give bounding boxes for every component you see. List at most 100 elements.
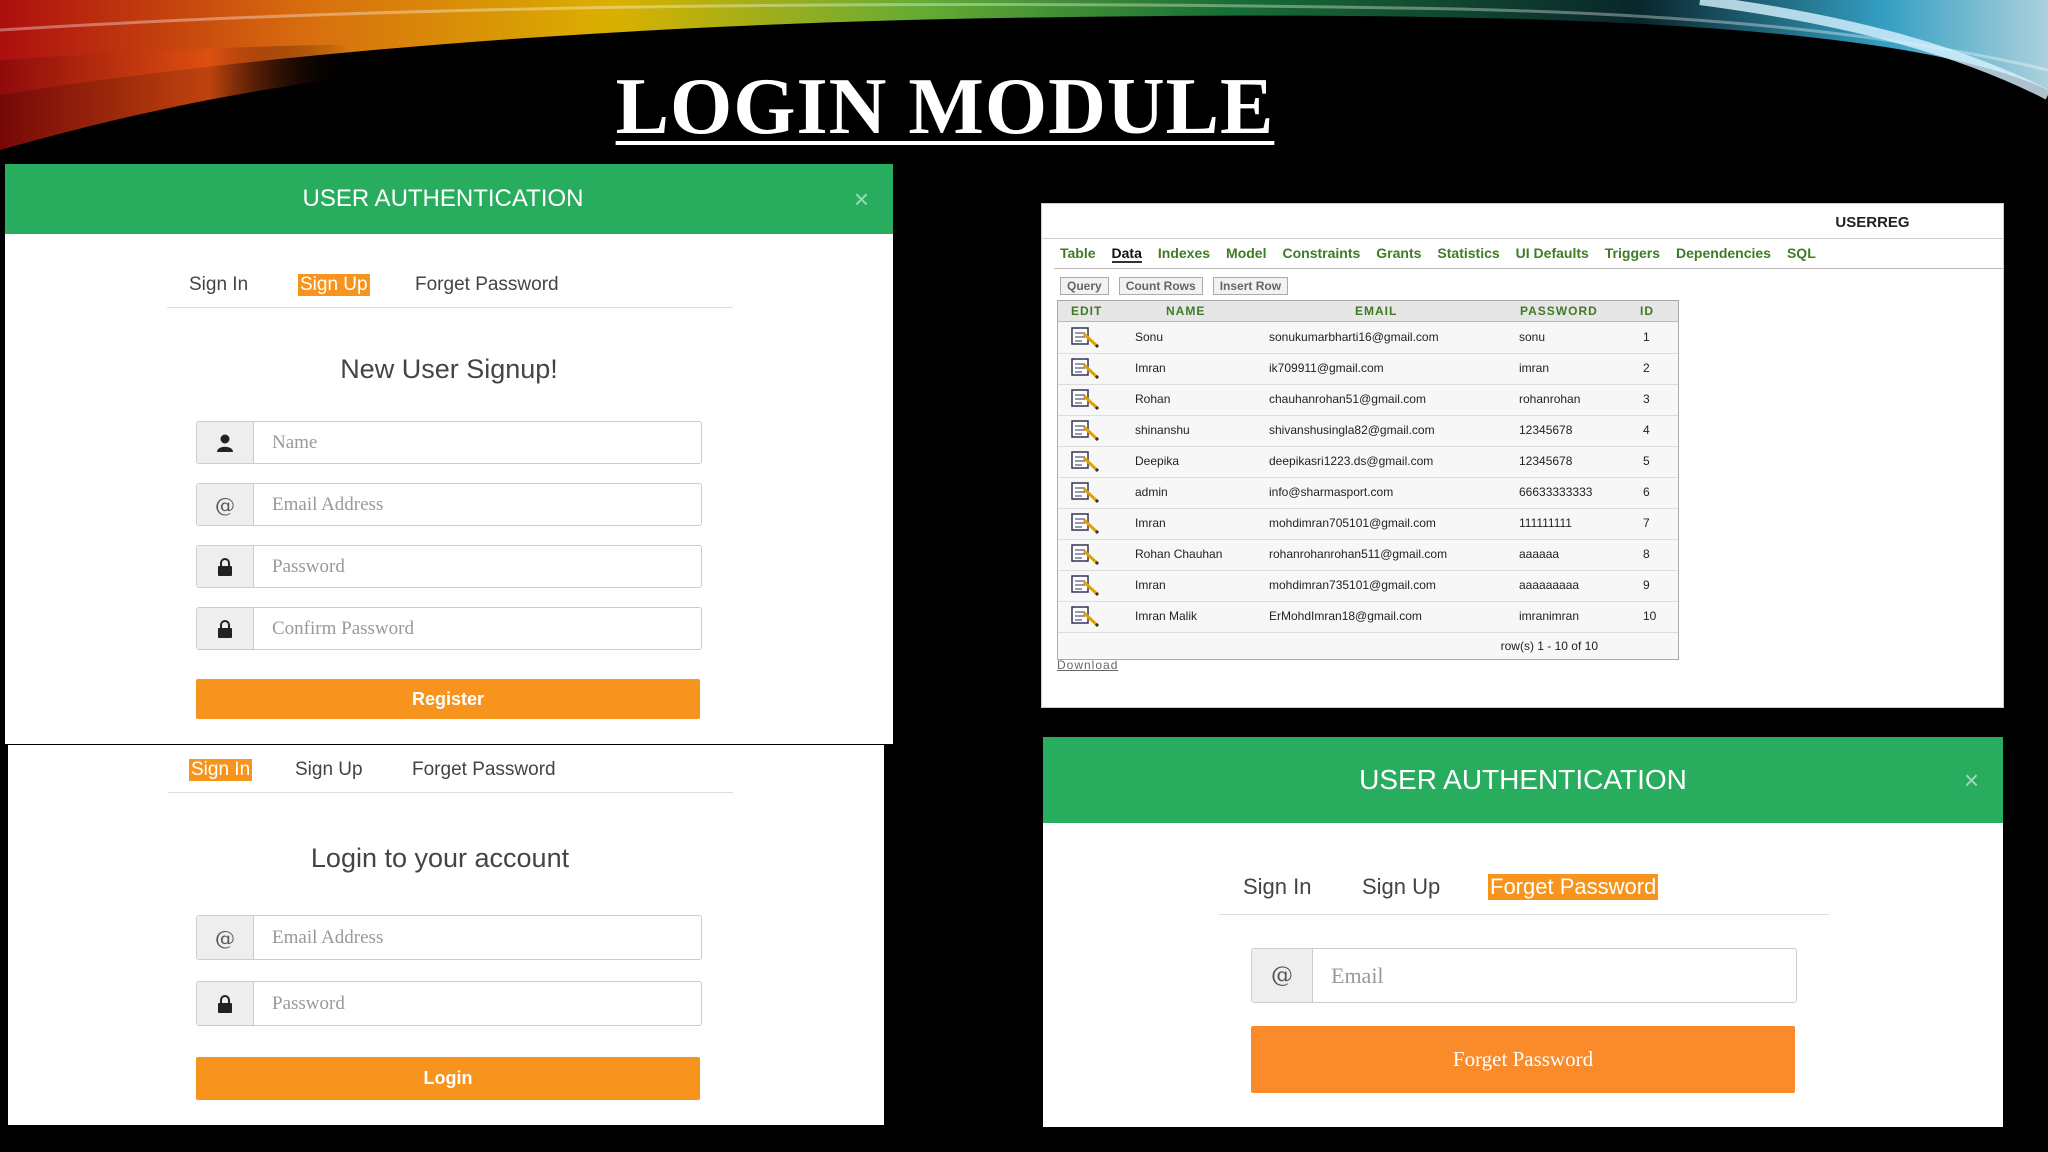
table-row: shinanshu shivanshusingla82@gmail.com 1234… — [1058, 415, 1678, 447]
db-tab-triggers[interactable]: Triggers — [1605, 245, 1660, 263]
db-tab-dependencies[interactable]: Dependencies — [1676, 245, 1771, 263]
signup-panel: USER AUTHENTICATION × Sign In Sign Up Fo… — [5, 164, 893, 744]
email-field[interactable]: @ Email Address — [196, 915, 702, 960]
db-tab-sql[interactable]: SQL — [1787, 245, 1816, 263]
user-icon — [197, 422, 254, 463]
row-name: Rohan Chauhan — [1135, 547, 1223, 561]
row-password: 12345678 — [1519, 454, 1573, 468]
row-email: rohanrohanrohan511@gmail.com — [1269, 547, 1448, 561]
row-password: imranimran — [1519, 609, 1580, 623]
db-tab-data[interactable]: Data — [1111, 245, 1142, 263]
auth-header-title: USER AUTHENTICATION — [302, 185, 584, 212]
auth-header-title: USER AUTHENTICATION — [1359, 764, 1687, 795]
db-tab-table[interactable]: Table — [1060, 245, 1096, 263]
tab-sign-in[interactable]: Sign In — [1243, 874, 1312, 900]
email-input[interactable]: Email Address — [254, 916, 383, 959]
col-name[interactable]: NAME — [1166, 304, 1205, 318]
db-tab-model[interactable]: Model — [1226, 245, 1266, 263]
login-panel: Sign In Sign Up Forget Password Login to… — [8, 745, 884, 1125]
confirm-password-input[interactable]: Confirm Password — [254, 608, 414, 649]
insert-row-button[interactable]: Insert Row — [1212, 277, 1289, 295]
name-field[interactable]: Name — [196, 421, 702, 464]
close-icon[interactable]: × — [854, 164, 869, 234]
form-heading: Login to your account — [310, 843, 570, 873]
row-email: sonukumarbharti16@gmail.com — [1269, 330, 1439, 344]
password-input[interactable]: Password — [254, 982, 345, 1025]
tabs-divider — [1219, 914, 1829, 915]
password-field[interactable]: Password — [196, 545, 702, 588]
row-name: Imran Malik — [1135, 609, 1198, 623]
col-email[interactable]: EMAIL — [1355, 304, 1397, 318]
count-rows-button[interactable]: Count Rows — [1118, 277, 1203, 295]
edit-icon[interactable] — [1070, 574, 1100, 599]
db-tab-constraints[interactable]: Constraints — [1282, 245, 1360, 263]
db-tabs: Table Data Indexes Model Constraints Gra… — [1060, 245, 1816, 263]
db-tabs-divider — [1054, 268, 2003, 269]
row-email: deepikasri1223.ds@gmail.com — [1269, 454, 1434, 468]
row-id: 4 — [1643, 423, 1650, 437]
tab-forget-password[interactable]: Forget Password — [412, 759, 556, 781]
tab-sign-in[interactable]: Sign In — [189, 274, 248, 296]
row-email: mohdimran735101@gmail.com — [1269, 578, 1436, 592]
row-email: ErMohdImran18@gmail.com — [1269, 609, 1422, 623]
password-field[interactable]: Password — [196, 981, 702, 1026]
lock-icon — [197, 546, 254, 587]
close-icon[interactable]: × — [1964, 737, 1979, 823]
row-password: rohanrohan — [1519, 392, 1581, 406]
row-password: aaaaaa — [1519, 547, 1560, 561]
login-button[interactable]: Login — [196, 1057, 700, 1100]
tabs-divider — [168, 792, 733, 793]
password-input[interactable]: Password — [254, 546, 345, 587]
tab-forget-password[interactable]: Forget Password — [415, 274, 559, 296]
table-row: Rohan Chauhan rohanrohanrohan511@gmail.co… — [1058, 539, 1678, 571]
tab-sign-in[interactable]: Sign In — [189, 759, 253, 781]
auth-header: USER AUTHENTICATION × — [1043, 737, 2003, 823]
db-tab-ui-defaults[interactable]: UI Defaults — [1516, 245, 1589, 263]
col-password[interactable]: PASSWORD — [1520, 304, 1598, 318]
edit-icon[interactable] — [1070, 543, 1100, 568]
edit-icon[interactable] — [1070, 388, 1100, 413]
col-edit[interactable]: EDIT — [1071, 304, 1102, 318]
row-id: 9 — [1643, 578, 1650, 592]
row-email: ik709911@gmail.com — [1269, 361, 1384, 375]
tabs-divider — [167, 307, 733, 308]
edit-icon[interactable] — [1070, 419, 1100, 444]
tab-sign-up[interactable]: Sign Up — [295, 759, 363, 781]
row-id: 3 — [1643, 392, 1650, 406]
query-button[interactable]: Query — [1060, 277, 1109, 295]
db-tab-statistics[interactable]: Statistics — [1437, 245, 1499, 263]
table-row: Imran Malik ErMohdImran18@gmail.com imrani… — [1058, 601, 1678, 633]
row-id: 2 — [1643, 361, 1650, 375]
data-table: EDIT NAME EMAIL PASSWORD ID Sonu sonukuma… — [1057, 300, 1679, 660]
email-input[interactable]: Email — [1313, 949, 1384, 1002]
title-divider — [1042, 238, 2003, 239]
forget-password-button[interactable]: Forget Password — [1251, 1026, 1795, 1093]
col-id[interactable]: ID — [1640, 304, 1654, 318]
edit-icon[interactable] — [1070, 357, 1100, 382]
confirm-password-field[interactable]: Confirm Password — [196, 607, 702, 650]
row-id: 7 — [1643, 516, 1650, 530]
edit-icon[interactable] — [1070, 326, 1100, 351]
row-id: 8 — [1643, 547, 1650, 561]
edit-icon[interactable] — [1070, 605, 1100, 630]
email-field[interactable]: @ Email Address — [196, 483, 702, 526]
row-name: shinanshu — [1135, 423, 1190, 437]
edit-icon[interactable] — [1070, 450, 1100, 475]
tab-forget-password[interactable]: Forget Password — [1488, 874, 1659, 900]
lock-icon — [197, 608, 254, 649]
edit-icon[interactable] — [1070, 481, 1100, 506]
row-name: Imran — [1135, 578, 1166, 592]
database-panel: USERREG Table Data Indexes Model Constra… — [1041, 203, 2004, 708]
email-field[interactable]: @ Email — [1251, 948, 1797, 1003]
db-tab-indexes[interactable]: Indexes — [1158, 245, 1210, 263]
name-input[interactable]: Name — [254, 422, 317, 463]
download-link[interactable]: Download — [1057, 658, 1118, 672]
row-password: sonu — [1519, 330, 1546, 344]
tab-sign-up[interactable]: Sign Up — [1362, 874, 1440, 900]
register-button[interactable]: Register — [196, 679, 700, 719]
db-tab-grants[interactable]: Grants — [1376, 245, 1421, 263]
table-row: admin info@sharmasport.com 66633333333 6 — [1058, 477, 1678, 509]
email-input[interactable]: Email Address — [254, 484, 383, 525]
tab-sign-up[interactable]: Sign Up — [298, 274, 370, 296]
edit-icon[interactable] — [1070, 512, 1100, 537]
